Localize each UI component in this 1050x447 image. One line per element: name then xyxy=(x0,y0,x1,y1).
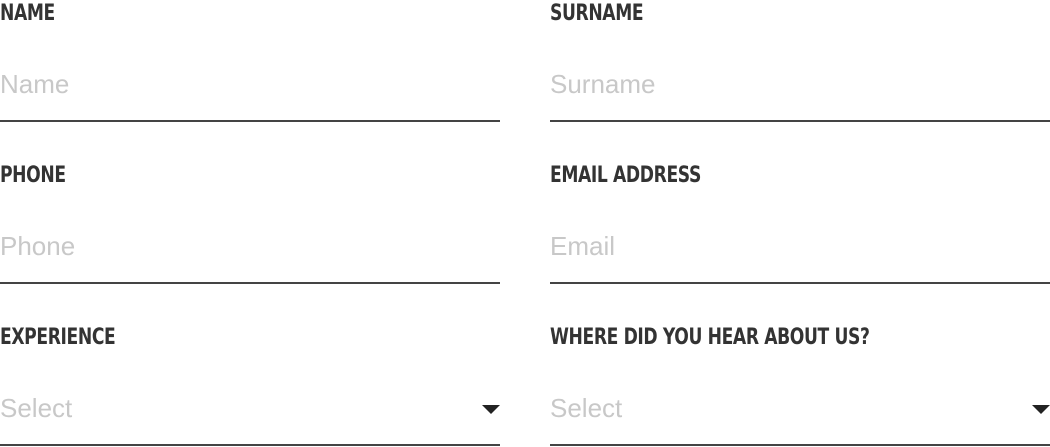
name-label: NAME xyxy=(0,1,55,26)
referral-source-select[interactable]: Select xyxy=(550,384,1050,432)
referral-source-select-value: Select xyxy=(550,393,623,423)
surname-label: SURNAME xyxy=(550,1,644,26)
referral-source-field-group: WHERE DID YOU HEAR ABOUT US? Select xyxy=(550,324,1050,446)
name-input[interactable] xyxy=(0,60,500,108)
surname-underline xyxy=(550,120,1050,122)
experience-underline xyxy=(0,444,500,446)
caret-down-icon xyxy=(482,405,500,414)
phone-input[interactable] xyxy=(0,222,500,270)
email-underline xyxy=(550,282,1050,284)
surname-input[interactable] xyxy=(550,60,1050,108)
caret-down-icon xyxy=(1032,405,1050,414)
referral-source-underline xyxy=(550,444,1050,446)
experience-select-value: Select xyxy=(0,393,73,423)
phone-label: PHONE xyxy=(0,163,66,188)
email-field-group: EMAIL ADDRESS xyxy=(550,162,1050,284)
email-input[interactable] xyxy=(550,222,1050,270)
experience-label: EXPERIENCE xyxy=(0,325,116,350)
referral-source-label: WHERE DID YOU HEAR ABOUT US? xyxy=(550,325,870,350)
name-underline xyxy=(0,120,500,122)
phone-underline xyxy=(0,282,500,284)
name-field-group: NAME xyxy=(0,0,500,122)
surname-field-group: SURNAME xyxy=(550,0,1050,122)
experience-field-group: EXPERIENCE Select xyxy=(0,324,500,446)
phone-field-group: PHONE xyxy=(0,162,500,284)
experience-select[interactable]: Select xyxy=(0,384,500,432)
email-label: EMAIL ADDRESS xyxy=(550,163,701,188)
